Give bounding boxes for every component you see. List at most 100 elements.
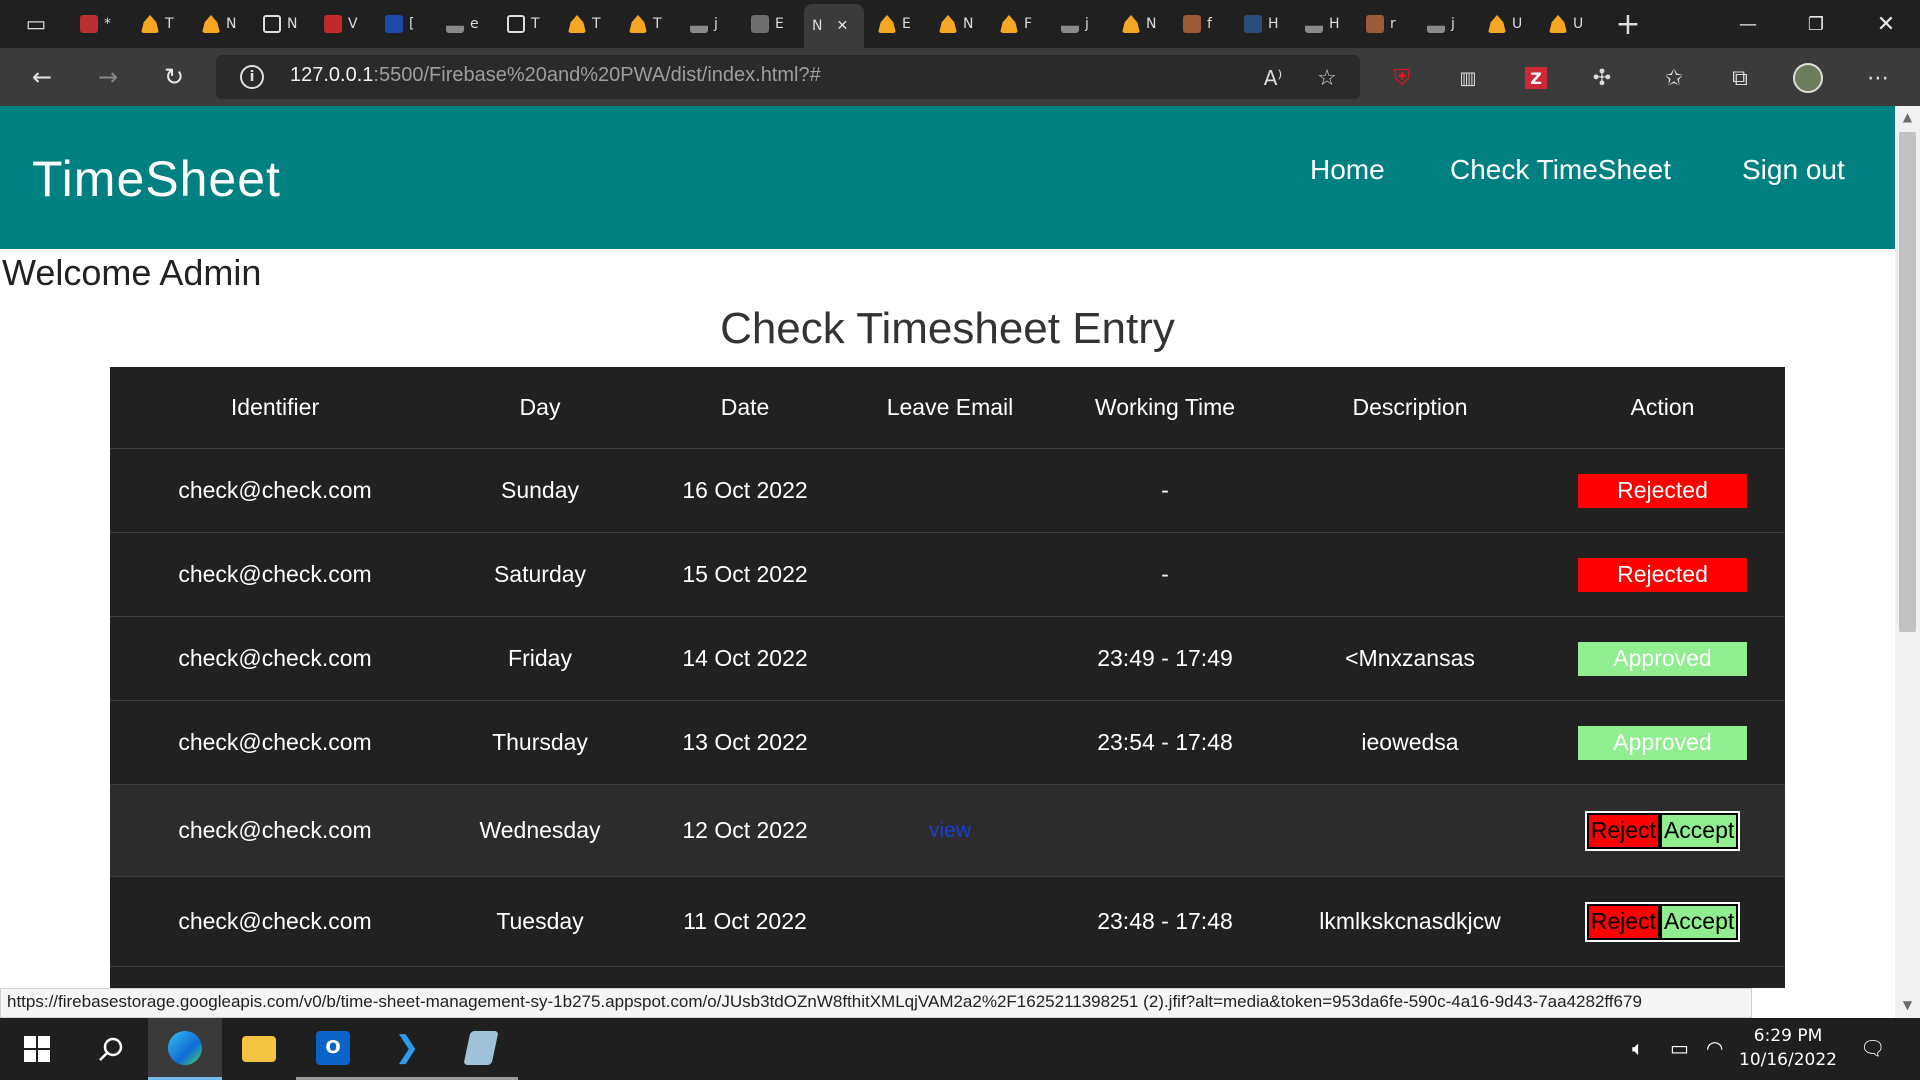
vscode-icon[interactable]: ❯ (370, 1018, 444, 1080)
view-leave-link[interactable]: view (929, 819, 971, 843)
tab-title: [ (409, 16, 415, 32)
browser-tab[interactable]: F (992, 8, 1042, 40)
browser-tab[interactable]: j (1419, 8, 1469, 40)
browser-tab[interactable]: V (316, 8, 366, 40)
reject-button[interactable]: Reject (1586, 903, 1660, 940)
search-icon[interactable] (74, 1018, 148, 1080)
browser-tab-strip: ▭ * T N N V[e T T Tj E N ✕ E N Fj Nf H Hr j U U + — ❐ ✕ (0, 0, 1920, 48)
document-icon (263, 15, 281, 33)
close-window-icon[interactable]: ✕ (1852, 0, 1920, 48)
browser-tab[interactable]: j (1053, 8, 1103, 40)
read-aloud-icon[interactable]: A⁾ (1257, 62, 1289, 94)
scroll-up-arrow-icon[interactable]: ▲ (1898, 110, 1917, 128)
browser-tab[interactable]: [ (377, 8, 427, 40)
zotero-extension-icon[interactable]: Z (1520, 62, 1552, 94)
rejected-status-badge: Rejected (1578, 557, 1747, 592)
cell-action: Approved (1540, 617, 1785, 700)
browser-toolbar: ← → ↻ i 127.0.0.1:5500/Firebase%20and%20… (0, 48, 1920, 106)
battery-icon[interactable]: ▭ (1670, 1036, 1689, 1060)
table-row: check@check.com Tuesday 11 Oct 2022 23:4… (110, 877, 1785, 967)
browser-tab[interactable]: j (682, 8, 732, 40)
tab-title: N (287, 16, 298, 32)
tab-actions-icon[interactable]: ▭ (20, 8, 52, 40)
cell-date: 14 Oct 2022 (682, 645, 808, 671)
new-tab-plus-icon[interactable]: + (1612, 7, 1644, 42)
ex-icon (751, 15, 769, 33)
notifications-icon[interactable]: 🗨︎ (1860, 1036, 1885, 1060)
pdf-icon (80, 15, 98, 33)
web-page: TimeSheet Home Check TimeSheet Sign out … (0, 106, 1895, 988)
cell-working-time: 23:48 - 17:48 (1097, 908, 1233, 934)
url-text[interactable]: 127.0.0.1:5500/Firebase%20and%20PWA/dist… (290, 64, 821, 87)
accept-button[interactable]: Accept (1659, 812, 1739, 849)
profile-avatar[interactable] (1792, 62, 1824, 94)
site-info-icon[interactable]: i (240, 65, 264, 89)
browser-tab[interactable]: * (72, 8, 122, 40)
forward-arrow-icon[interactable]: → (90, 59, 126, 95)
cell-identifier: check@check.com (178, 729, 372, 755)
minimize-window-icon[interactable]: — (1714, 0, 1782, 48)
browser-tab[interactable]: r (1358, 8, 1408, 40)
browser-tab[interactable]: H (1236, 8, 1286, 40)
browser-tab[interactable]: E (743, 8, 793, 40)
start-windows-icon[interactable] (0, 1018, 74, 1080)
url-path: :5500/Firebase%20and%20PWA/dist/index.ht… (373, 64, 821, 86)
browser-tab[interactable]: N (255, 8, 305, 40)
cell-action: Rejected (1540, 533, 1785, 616)
add-favorite-star-icon[interactable]: ☆ (1311, 62, 1343, 94)
cell-date: 12 Oct 2022 (682, 817, 808, 843)
action-button-group: Reject Accept (1584, 901, 1741, 942)
chart-extension-icon[interactable]: ▥ (1452, 62, 1484, 94)
favorites-icon[interactable]: ✩ (1658, 62, 1690, 94)
browser-tab[interactable]: U (1541, 8, 1591, 40)
close-tab-icon[interactable]: ✕ (836, 18, 848, 34)
browser-tab[interactable]: T (133, 8, 183, 40)
table-row: check@check.com Saturday 15 Oct 2022 - R… (110, 533, 1785, 617)
browser-tab[interactable]: N (194, 8, 244, 40)
shield-extension-icon[interactable]: ⛨ (1386, 62, 1418, 94)
cell-date: 11 Oct 2022 (683, 908, 807, 934)
browser-tab[interactable]: N (931, 8, 981, 40)
firebase-icon (141, 15, 159, 33)
reject-button[interactable]: Reject (1586, 812, 1660, 849)
scroll-down-arrow-icon[interactable]: ▼ (1898, 998, 1917, 1016)
wifi-icon[interactable]: ◠ (1706, 1036, 1723, 1060)
browser-tab-active[interactable]: N ✕ (804, 4, 864, 48)
stackoverflow-icon (1061, 25, 1079, 33)
browser-tab[interactable]: N (1114, 8, 1164, 40)
more-menu-icon[interactable]: ⋯ (1862, 62, 1894, 94)
cell-working-time (1050, 785, 1280, 876)
nav-home-link[interactable]: Home (1310, 154, 1385, 186)
browser-tab[interactable]: U (1480, 8, 1530, 40)
browser-tab[interactable]: T (621, 8, 671, 40)
browser-tab[interactable]: e (438, 8, 488, 40)
scrollbar-thumb[interactable] (1899, 132, 1916, 632)
cell-identifier: check@check.com (178, 645, 372, 671)
browser-tab[interactable]: H (1297, 8, 1347, 40)
back-arrow-icon[interactable]: ← (24, 59, 60, 95)
timesheet-table: Identifier Day Date Leave Email Working … (110, 367, 1785, 988)
clock[interactable]: 6:29 PM 10/16/2022 (1738, 1024, 1838, 1072)
browser-tab[interactable]: f (1175, 8, 1225, 40)
browser-tab[interactable]: T (499, 8, 549, 40)
rejected-status-badge: Rejected (1578, 473, 1747, 508)
restore-window-icon[interactable]: ❐ (1782, 0, 1850, 48)
paint-app-icon[interactable] (444, 1018, 518, 1080)
stackoverflow-icon (446, 25, 464, 33)
file-explorer-icon[interactable] (222, 1018, 296, 1080)
cell-description (1280, 533, 1540, 616)
accept-button[interactable]: Accept (1659, 903, 1739, 940)
extensions-puzzle-icon[interactable]: ✣ (1586, 62, 1618, 94)
browser-tab[interactable]: E (870, 8, 920, 40)
outlook-icon[interactable]: O (296, 1018, 370, 1080)
cell-action: Approved (1540, 701, 1785, 784)
nav-check-timesheet-link[interactable]: Check TimeSheet (1450, 154, 1671, 186)
tab-title: r (1390, 16, 1396, 32)
edge-browser-icon[interactable] (148, 1018, 222, 1080)
collections-icon[interactable]: ⧉ (1724, 62, 1756, 94)
app-brand[interactable]: TimeSheet (32, 150, 281, 208)
volume-icon[interactable]: 🔈︎ (1632, 1036, 1644, 1060)
browser-tab[interactable]: T (560, 8, 610, 40)
reload-icon[interactable]: ↻ (156, 59, 192, 95)
nav-sign-out-link[interactable]: Sign out (1742, 154, 1845, 186)
